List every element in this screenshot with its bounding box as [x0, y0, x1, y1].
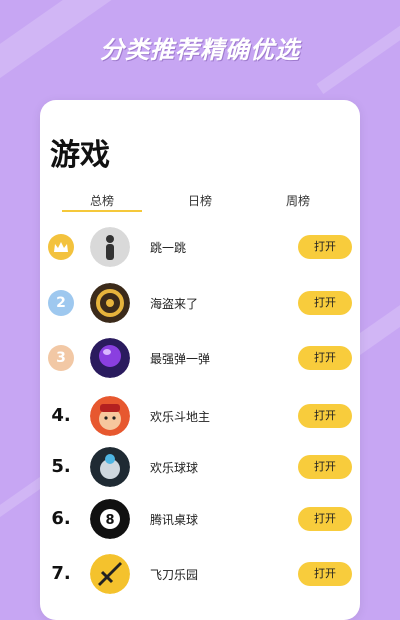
app-name: 海盗来了	[150, 297, 199, 311]
app-name: 跳一跳	[150, 241, 187, 255]
open-button[interactable]: 打开	[298, 235, 352, 259]
list-item[interactable]: 4. 欢乐斗地主 打开	[40, 393, 360, 443]
ranking-card: 游戏 总榜 日榜 周榜 跳一跳 打开 2 海盗来了 打开 3 最强弹一弹 打开 …	[40, 100, 360, 620]
open-button[interactable]: 打开	[298, 291, 352, 315]
list-item[interactable]: 2 海盗来了 打开	[40, 280, 360, 330]
rank-number: 5.	[51, 456, 71, 477]
ball-app-icon	[90, 447, 130, 487]
rank-number: 6.	[51, 508, 71, 529]
open-button[interactable]: 打开	[298, 507, 352, 531]
ranking-tabs: 总榜 日榜 周榜	[40, 192, 360, 214]
rank-number: 7.	[51, 563, 71, 584]
list-item[interactable]: 6. 8 腾讯桌球 打开	[40, 496, 360, 546]
billiards-app-icon: 8	[90, 499, 130, 539]
list-item[interactable]: 3 最强弹一弹 打开	[40, 335, 360, 385]
tab-weekly[interactable]: 周榜	[258, 192, 338, 209]
tab-daily[interactable]: 日榜	[160, 192, 240, 209]
rank-2-medal-icon: 2	[48, 290, 74, 316]
tab-overall[interactable]: 总榜	[62, 192, 142, 209]
banner-title: 分类推荐精确优选	[100, 36, 300, 64]
list-item[interactable]: 7. 飞刀乐园 打开	[40, 551, 360, 601]
open-button[interactable]: 打开	[298, 562, 352, 586]
open-button[interactable]: 打开	[298, 404, 352, 428]
active-tab-indicator	[62, 210, 142, 212]
bounce-app-icon	[90, 338, 130, 378]
app-name: 飞刀乐园	[150, 568, 199, 582]
app-name: 欢乐球球	[150, 461, 199, 475]
rank-3-medal-icon: 3	[48, 345, 74, 371]
open-button[interactable]: 打开	[298, 455, 352, 479]
svg-text:8: 8	[105, 513, 114, 528]
rank-number: 4.	[51, 405, 71, 426]
list-item[interactable]: 5. 欢乐球球 打开	[40, 444, 360, 494]
pirate-app-icon	[90, 283, 130, 323]
list-item[interactable]: 跳一跳 打开	[40, 224, 360, 274]
app-name: 腾讯桌球	[150, 513, 199, 527]
open-button[interactable]: 打开	[298, 346, 352, 370]
knife-app-icon	[90, 554, 130, 594]
page-title: 游戏	[50, 138, 110, 173]
crown-medal-icon	[48, 234, 74, 260]
app-name: 欢乐斗地主	[150, 410, 211, 424]
jump-app-icon	[90, 227, 130, 267]
landlord-app-icon	[90, 396, 130, 436]
app-name: 最强弹一弹	[150, 352, 211, 366]
